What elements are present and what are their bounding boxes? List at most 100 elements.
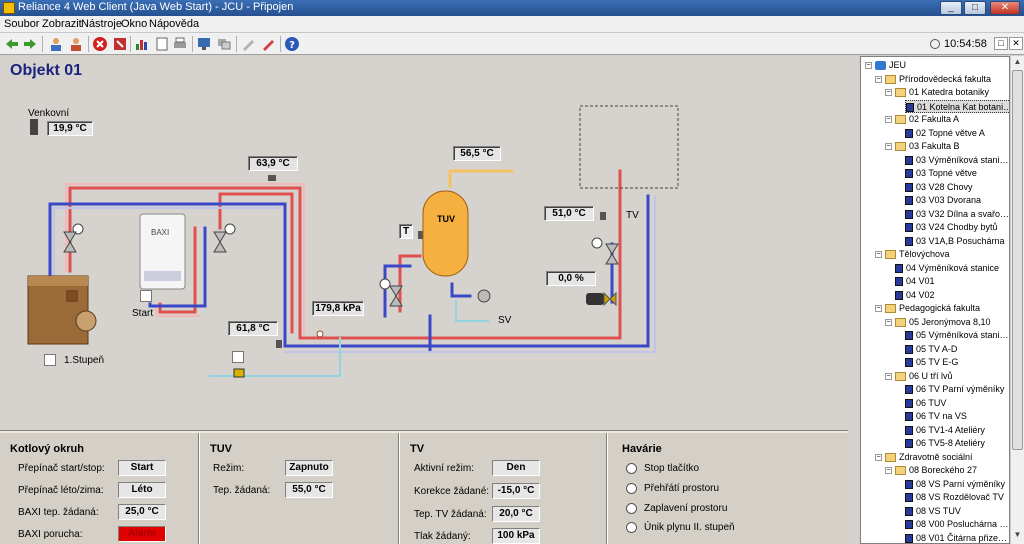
tree-expander[interactable]: − — [885, 467, 892, 474]
tree-expander[interactable]: − — [875, 75, 882, 83]
tree-label: Tělovýchova — [899, 249, 950, 259]
page-icon — [905, 209, 913, 219]
tree-folder[interactable]: 05 Jeronýmova 8,10 — [895, 316, 991, 329]
tree-item[interactable]: 05 Výměníková stani… — [905, 329, 1009, 342]
pencil-icon[interactable] — [240, 36, 256, 52]
tree-root[interactable]: JEU — [875, 59, 906, 72]
tree-item[interactable]: 05 TV E-G — [905, 356, 958, 369]
tree-item[interactable]: 03 Výměníková stani… — [905, 154, 1009, 167]
chart-icon[interactable] — [134, 36, 150, 52]
tree-folder[interactable]: 06 U tří lvů — [895, 370, 953, 383]
kotel-start-value[interactable]: Start — [118, 460, 166, 476]
stage-checkbox[interactable] — [44, 354, 56, 366]
tree-expander[interactable]: − — [865, 62, 872, 69]
tv-setpoint-value[interactable]: 20,0 °C — [492, 506, 540, 522]
clock: 10:54:58 — [944, 38, 987, 50]
kotel-season-value[interactable]: Léto — [118, 482, 166, 498]
tree-item[interactable]: 08 VS Parní výměníky — [905, 478, 1005, 491]
menu-zobrazit[interactable]: Zobrazit — [42, 18, 82, 30]
tree-expander[interactable]: − — [875, 305, 882, 312]
user-login-icon[interactable] — [48, 36, 64, 52]
tree-item[interactable]: 08 VS Rozdělovač TV — [905, 491, 1004, 504]
tree-folder[interactable]: Tělovýchova — [885, 248, 950, 261]
windows-icon[interactable] — [216, 36, 232, 52]
tv-correction-value[interactable]: -15,0 °C — [492, 483, 540, 499]
tree-item[interactable]: 06 TV na VS — [905, 410, 967, 423]
tree-item[interactable]: 06 TV5-8 Ateliéry — [905, 437, 985, 450]
tree-label: 08 VS TUV — [916, 505, 961, 516]
tree-item[interactable]: 04 Výměníková stanice — [895, 262, 999, 275]
alarm-icon[interactable] — [112, 36, 128, 52]
kotel-setpoint-value[interactable]: 25,0 °C — [118, 504, 166, 520]
stop-icon[interactable] — [92, 36, 108, 52]
tree-expander[interactable]: − — [885, 116, 892, 123]
tree-label: 05 TV E-G — [916, 357, 959, 367]
tv-mode-value[interactable]: Den — [492, 460, 540, 476]
tree-item[interactable]: 08 V00 Posluchárna … — [905, 518, 1009, 531]
edit-icon[interactable] — [260, 36, 276, 52]
tree-item[interactable]: 02 Topné větve A — [905, 127, 985, 140]
tree-item[interactable]: 04 V01 — [895, 275, 935, 288]
help-icon[interactable]: ? — [284, 36, 300, 52]
printer-icon[interactable] — [172, 36, 188, 52]
tv-pressure-value[interactable]: 100 kPa — [492, 528, 540, 544]
tree-folder[interactable]: 03 Fakulta B — [895, 140, 960, 153]
page-icon — [905, 155, 913, 165]
minimize-button[interactable]: _ — [940, 1, 962, 15]
tree-item[interactable]: 08 V01 Čitárna přize… — [905, 532, 1007, 544]
tree-folder[interactable]: Zdravotně sociální — [885, 451, 973, 464]
back-arrow-icon[interactable] — [4, 36, 20, 52]
tree-expander[interactable]: − — [885, 89, 892, 96]
tree-expander[interactable]: − — [885, 143, 892, 150]
tree-expander[interactable]: − — [885, 318, 892, 326]
tree-item[interactable]: 06 TV Parní výměníky — [905, 383, 1004, 396]
tree-folder[interactable]: 08 Boreckého 27 — [895, 464, 977, 477]
valve-checkbox[interactable] — [232, 351, 244, 363]
tree-item[interactable]: 03 V1A,B Posuchárna — [905, 235, 1005, 248]
close-panel-icon[interactable]: ✕ — [1009, 37, 1023, 50]
tree-item[interactable]: 01 Kotelna Kat botani… — [905, 99, 1009, 113]
tree-expander[interactable]: − — [875, 453, 882, 461]
tree-expander[interactable]: − — [875, 251, 882, 258]
tree-item[interactable]: 03 V03 Dvorana — [905, 194, 981, 207]
menu-napoveda[interactable]: Nápověda — [149, 18, 199, 30]
maximize-button[interactable]: □ — [964, 1, 986, 15]
tree-folder[interactable]: Přírodovědecká fakulta — [885, 73, 991, 86]
tree-item[interactable]: 04 V02 — [895, 289, 935, 302]
menu-okno[interactable]: Okno — [121, 18, 147, 30]
folder-icon — [885, 304, 896, 314]
document-icon[interactable] — [154, 36, 170, 52]
tree-folder[interactable]: 02 Fakulta A — [895, 113, 959, 126]
tree-expander[interactable]: − — [885, 372, 892, 380]
tree-label: Pedagogická fakulta — [899, 303, 981, 313]
tree-folder[interactable]: 01 Katedra botaniky — [895, 86, 989, 99]
tuv-setpoint-value[interactable]: 55,0 °C — [285, 482, 333, 498]
tree-item[interactable]: 03 V24 Chodby bytů — [905, 221, 998, 234]
tree-label: 03 V03 Dvorana — [916, 195, 982, 205]
folder-icon — [895, 142, 906, 152]
tree-item[interactable]: 03 V28 Chovy — [905, 181, 973, 194]
start-checkbox[interactable] — [140, 290, 152, 302]
tree-item[interactable]: 08 VS TUV — [905, 505, 961, 518]
forward-arrow-icon[interactable] — [22, 36, 38, 52]
tree-item[interactable]: 06 TV1-4 Ateliéry — [905, 424, 985, 437]
close-button[interactable]: ✕ — [990, 1, 1020, 15]
kotel-title: Kotlový okruh — [10, 443, 84, 455]
monitor-icon[interactable] — [196, 36, 212, 52]
restore-icon[interactable]: □ — [994, 37, 1008, 50]
tree-item[interactable]: 03 V32 Dílna a svařo… — [905, 208, 1009, 221]
page-icon — [905, 344, 913, 354]
tree-item[interactable]: 05 TV A-D — [905, 343, 957, 356]
tree-label: 04 V02 — [906, 289, 935, 300]
tree-item[interactable]: 03 Topné větve — [905, 167, 977, 180]
tv-label-mode: Aktivní režim: — [414, 463, 475, 474]
tv-section: TV Aktivní režim: Den Korekce žádané: -1… — [400, 439, 606, 544]
menu-nastroje[interactable]: Nástroje — [81, 18, 122, 30]
tree-scrollbar[interactable]: ▲ ▼ — [1010, 56, 1024, 544]
user-logout-icon[interactable] — [68, 36, 84, 52]
tree-folder[interactable]: Pedagogická fakulta — [885, 302, 980, 315]
thermostat-button[interactable]: T — [399, 224, 413, 239]
tree-item[interactable]: 06 TUV — [905, 397, 946, 410]
menu-soubor[interactable]: Soubor — [4, 18, 39, 30]
tuv-mode-value[interactable]: Zapnuto — [285, 460, 333, 476]
